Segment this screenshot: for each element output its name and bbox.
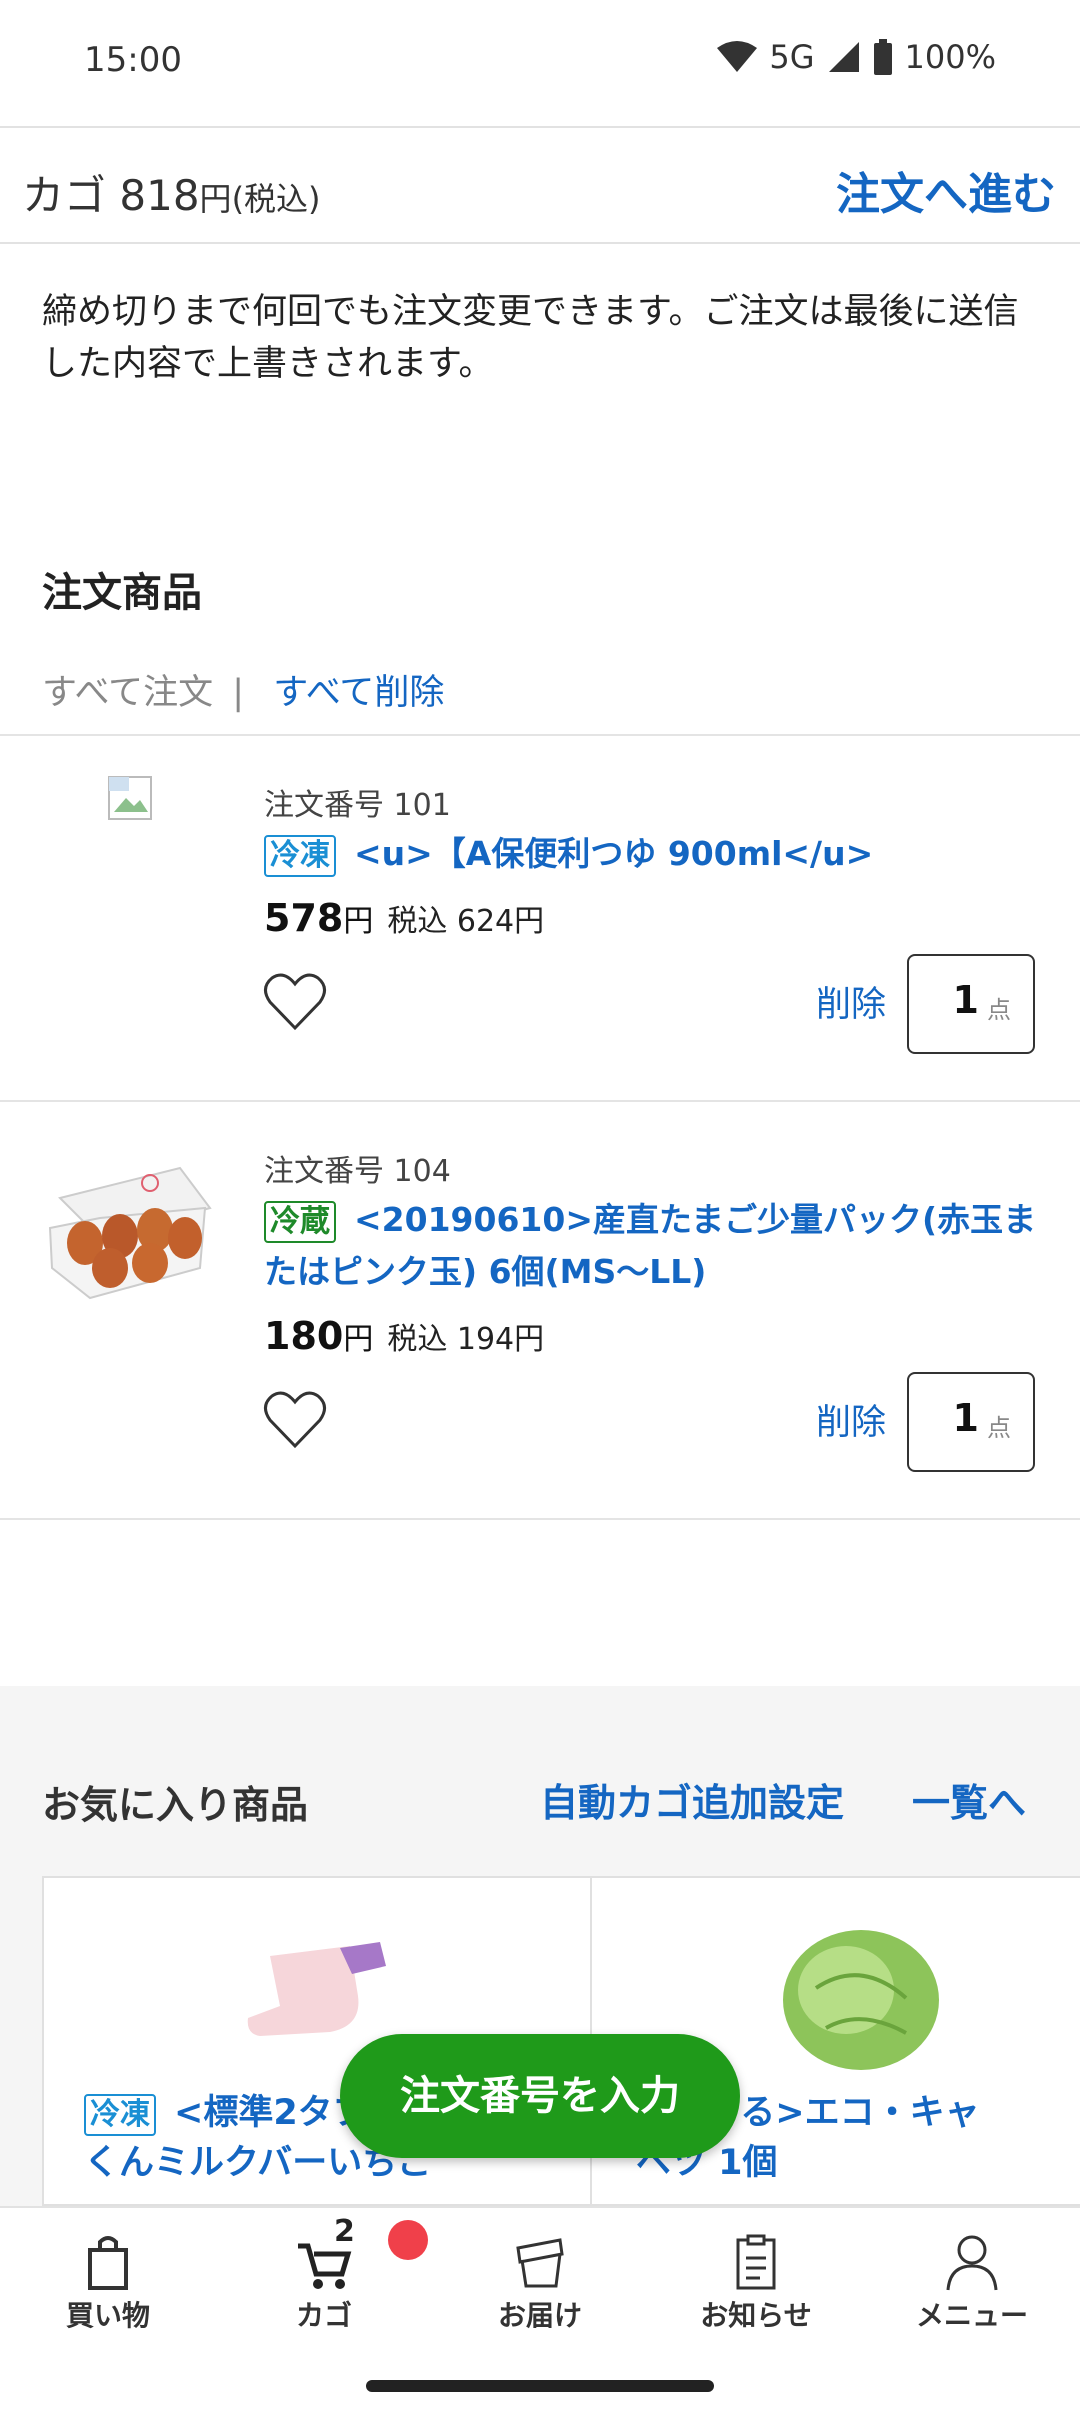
cart-notification-dot — [388, 2220, 428, 2260]
quantity-box[interactable]: 1 点 — [907, 954, 1035, 1054]
nav-delivery[interactable]: お届け — [432, 2208, 648, 2358]
person-icon — [946, 2235, 998, 2291]
price-value: 578 — [264, 896, 344, 940]
product-price: 180円 税込 194円 — [264, 1314, 544, 1358]
delete-all-button[interactable]: すべて削除 — [273, 673, 444, 713]
nav-label: お知らせ — [700, 2299, 812, 2332]
section-title-ordered-items: 注文商品 — [42, 570, 202, 616]
frozen-tag: 冷凍 — [84, 2094, 156, 2136]
divider — [0, 1518, 1080, 1520]
favorite-name-line1: <標準2タブ — [174, 2093, 368, 2133]
nav-shopping[interactable]: 買い物 — [0, 2208, 216, 2358]
cart-summary-bar: カゴ 818円(税込) 注文へ進む — [0, 126, 1080, 244]
product-name[interactable]: 冷蔵 <20190610>産直たまご少量パック(赤玉またはピンク玉) 6個(MS〜… — [264, 1194, 1044, 1298]
product-image-eggs — [48, 1166, 212, 1300]
quantity-unit: 点 — [987, 996, 1011, 1024]
product-image-cabbage — [783, 1930, 939, 2070]
chilled-tag: 冷蔵 — [264, 1201, 336, 1243]
price-value: 180 — [264, 1314, 344, 1358]
home-indicator[interactable] — [366, 2380, 714, 2392]
cart-label: カゴ — [22, 171, 107, 220]
quantity-box[interactable]: 1 点 — [907, 1372, 1035, 1472]
order-number: 注文番号 101 — [264, 788, 451, 823]
frozen-tag: 冷凍 — [264, 835, 336, 877]
price-tax: 税込 624円 — [387, 904, 545, 939]
nav-notices[interactable]: お知らせ — [648, 2208, 864, 2358]
price-tax: 税込 194円 — [387, 1322, 545, 1357]
favorite-heart-icon[interactable] — [262, 972, 328, 1032]
network-label: 5G — [769, 38, 815, 76]
battery-label: 100% — [904, 38, 996, 76]
nav-label: お届け — [497, 2299, 582, 2332]
clipboard-icon — [736, 2234, 776, 2290]
delete-item-button[interactable]: 削除 — [816, 1394, 886, 1445]
cart-tax-note: (税込) — [231, 180, 321, 218]
quantity-value: 1 — [952, 1396, 979, 1440]
product-name-text: <20190610>産直たまご少量パック(赤玉またはピンク玉) 6個(MS〜LL… — [264, 1200, 1037, 1291]
cart-icon — [298, 2243, 352, 2289]
price-yen: 円 — [343, 1322, 374, 1357]
battery-icon — [873, 39, 892, 75]
broken-image-icon — [108, 776, 152, 820]
order-all-button[interactable]: すべて注文 — [42, 673, 213, 713]
view-all-link[interactable]: 一覧へ — [912, 1772, 1026, 1827]
order-number: 注文番号 104 — [264, 1154, 451, 1189]
order-change-notice: 締め切りまで何回でも注文変更できます。ご注文は最後に送信した内容で上書きされます… — [42, 292, 1019, 384]
nav-label: メニュー — [915, 2299, 1028, 2332]
cart-yen: 円 — [199, 180, 232, 218]
favorite-heart-icon[interactable] — [262, 1390, 328, 1450]
delivery-box-icon — [516, 2238, 564, 2288]
product-image-socks — [247, 1942, 386, 2036]
auto-cart-settings-link[interactable]: 自動カゴ追加設定 — [540, 1772, 844, 1827]
cart-total: カゴ 818円(税込) — [22, 162, 321, 223]
status-icons: 5G 100% — [717, 38, 996, 76]
shopping-bag-icon — [88, 2236, 128, 2290]
nav-menu[interactable]: メニュー — [864, 2208, 1080, 2358]
signal-icon — [828, 42, 859, 72]
enter-order-number-button[interactable]: 注文番号を入力 — [340, 2034, 740, 2158]
quantity-unit: 点 — [987, 1414, 1011, 1442]
cart-item: 注文番号 104 冷蔵 <20190610>産直たまご少量パック(赤玉またはピンク… — [0, 1102, 1080, 1518]
price-yen: 円 — [343, 904, 374, 939]
bulk-actions: すべて注文 | すべて削除 — [42, 664, 444, 715]
product-price: 578円 税込 624円 — [264, 896, 544, 940]
status-bar: 15:00 5G 100% — [0, 0, 1080, 126]
nav-label: 買い物 — [65, 2299, 150, 2332]
favorites-title: お気に入り商品 — [42, 1783, 309, 1827]
product-name-text: <u>【A保便利つゆ 900ml</u> — [354, 834, 874, 873]
cart-item: 注文番号 101 冷凍 <u>【A保便利つゆ 900ml</u> 578円 税込 6… — [0, 736, 1080, 1100]
bulk-separator: | — [232, 673, 245, 713]
proceed-to-order-button[interactable]: 注文へ進む — [836, 158, 1056, 222]
delete-item-button[interactable]: 削除 — [816, 976, 886, 1027]
status-time: 15:00 — [84, 40, 182, 80]
cart-amount: 818 — [119, 171, 200, 220]
wifi-icon — [717, 41, 758, 72]
nav-label: カゴ — [295, 2299, 352, 2332]
product-name[interactable]: 冷凍 <u>【A保便利つゆ 900ml</u> — [264, 828, 1044, 880]
quantity-value: 1 — [952, 978, 979, 1022]
